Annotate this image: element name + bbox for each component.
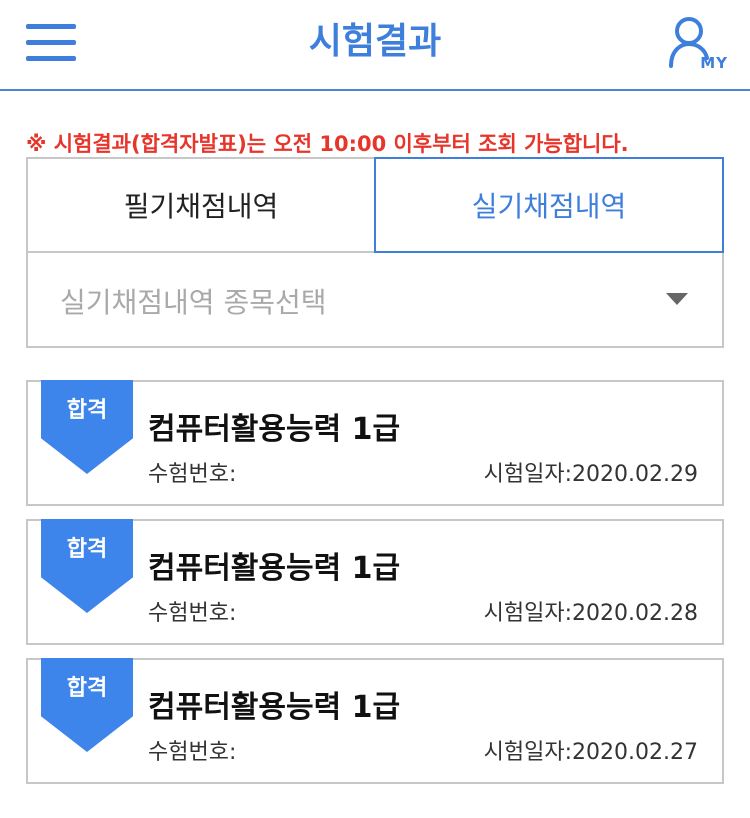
page-title: 시험결과 xyxy=(308,21,442,62)
subject-select[interactable]: 실기채점내역 종목선택 xyxy=(26,253,724,348)
result-card[interactable]: 합격 컴퓨터활용능력 1급 수험번호: 시험일자:2020.02.29 xyxy=(26,380,724,506)
pass-badge: 합격 xyxy=(66,398,108,423)
tab-practical-grading[interactable]: 실기채점내역 xyxy=(374,157,724,253)
pass-ribbon: 합격 xyxy=(41,519,133,613)
pass-badge: 합격 xyxy=(66,537,108,562)
exam-number: 수험번호: xyxy=(148,462,237,487)
app: 시험결과 MY ※ 시험결과(합격자발표)는 오전 10:00 이후부터 조회 … xyxy=(0,0,750,818)
caret-down-icon xyxy=(666,293,688,305)
result-card[interactable]: 합격 컴퓨터활용능력 1급 수험번호: 시험일자:2020.02.28 xyxy=(26,519,724,645)
my-label: MY xyxy=(700,54,728,72)
exam-number: 수험번호: xyxy=(148,740,237,765)
exam-date: 시험일자:2020.02.27 xyxy=(483,740,698,765)
result-card[interactable]: 합격 컴퓨터활용능력 1급 수험번호: 시험일자:2020.02.27 xyxy=(26,658,724,784)
menu-bar xyxy=(26,40,76,45)
my-page-button[interactable]: MY xyxy=(668,14,728,74)
tab-written-grading[interactable]: 필기채점내역 xyxy=(26,157,374,253)
notice-text: ※ 시험결과(합격자발표)는 오전 10:00 이후부터 조회 가능합니다. xyxy=(26,132,629,156)
exam-number: 수험번호: xyxy=(148,601,237,626)
menu-bar xyxy=(26,56,76,61)
pass-ribbon: 합격 xyxy=(41,380,133,474)
pass-badge: 합격 xyxy=(66,676,108,701)
results-list: 합격 컴퓨터활용능력 1급 수험번호: 시험일자:2020.02.29 합격 컴… xyxy=(26,380,724,797)
menu-bar xyxy=(26,24,76,29)
tab-bar: 필기채점내역 실기채점내역 xyxy=(26,157,724,253)
pass-ribbon: 합격 xyxy=(41,658,133,752)
result-title: 컴퓨터활용능력 1급 xyxy=(148,690,401,725)
exam-date: 시험일자:2020.02.28 xyxy=(483,601,698,626)
hamburger-menu-icon[interactable] xyxy=(26,24,76,62)
subject-select-placeholder: 실기채점내역 종목선택 xyxy=(60,286,327,319)
result-title: 컴퓨터활용능력 1급 xyxy=(148,412,401,447)
result-title: 컴퓨터활용능력 1급 xyxy=(148,551,401,586)
exam-date: 시험일자:2020.02.29 xyxy=(483,462,698,487)
header: 시험결과 MY xyxy=(0,0,750,91)
